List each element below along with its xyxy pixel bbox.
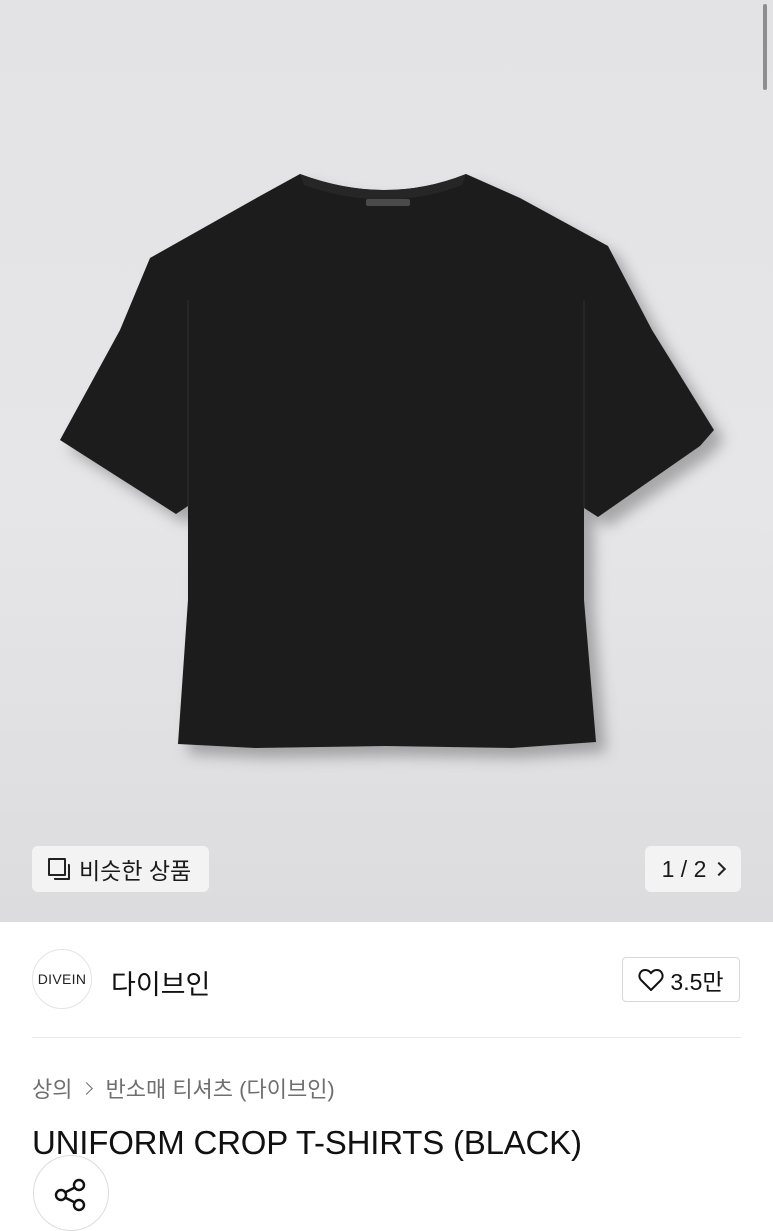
brand-logo[interactable]: DIVEIN xyxy=(32,949,92,1009)
divider xyxy=(32,1037,741,1038)
chevron-right-icon xyxy=(80,1081,94,1095)
chevron-right-icon xyxy=(712,861,727,877)
image-pager-label: 1 / 2 xyxy=(661,855,707,882)
brand-logo-text: DIVEIN xyxy=(37,971,87,987)
similar-items-label: 비슷한 상품 xyxy=(79,858,192,884)
breadcrumb-category[interactable]: 상의 xyxy=(32,1072,72,1104)
brand-row: DIVEIN 다이브인 3.5만 xyxy=(0,922,773,1038)
brand-name[interactable]: 다이브인 xyxy=(111,963,210,1002)
breadcrumb-subcategory[interactable]: 반소매 티셔츠 (다이브인) xyxy=(105,1072,334,1104)
product-image xyxy=(60,174,714,748)
like-button[interactable]: 3.5만 xyxy=(622,957,740,1002)
share-icon xyxy=(54,1178,85,1211)
share-button[interactable] xyxy=(33,1155,109,1231)
breadcrumb: 상의 반소매 티셔츠 (다이브인) xyxy=(32,1072,335,1104)
similar-items-icon xyxy=(48,858,70,880)
scrollbar[interactable] xyxy=(763,4,767,90)
similar-items-button[interactable]: 비슷한 상품 xyxy=(32,846,209,892)
product-title: UNIFORM CROP T-SHIRTS (BLACK) xyxy=(32,1124,582,1161)
heart-icon xyxy=(638,968,665,991)
product-image-gallery[interactable]: 비슷한 상품 1 / 2 xyxy=(0,0,773,922)
like-count: 3.5만 xyxy=(670,968,724,995)
image-pager-button[interactable]: 1 / 2 xyxy=(645,846,741,892)
